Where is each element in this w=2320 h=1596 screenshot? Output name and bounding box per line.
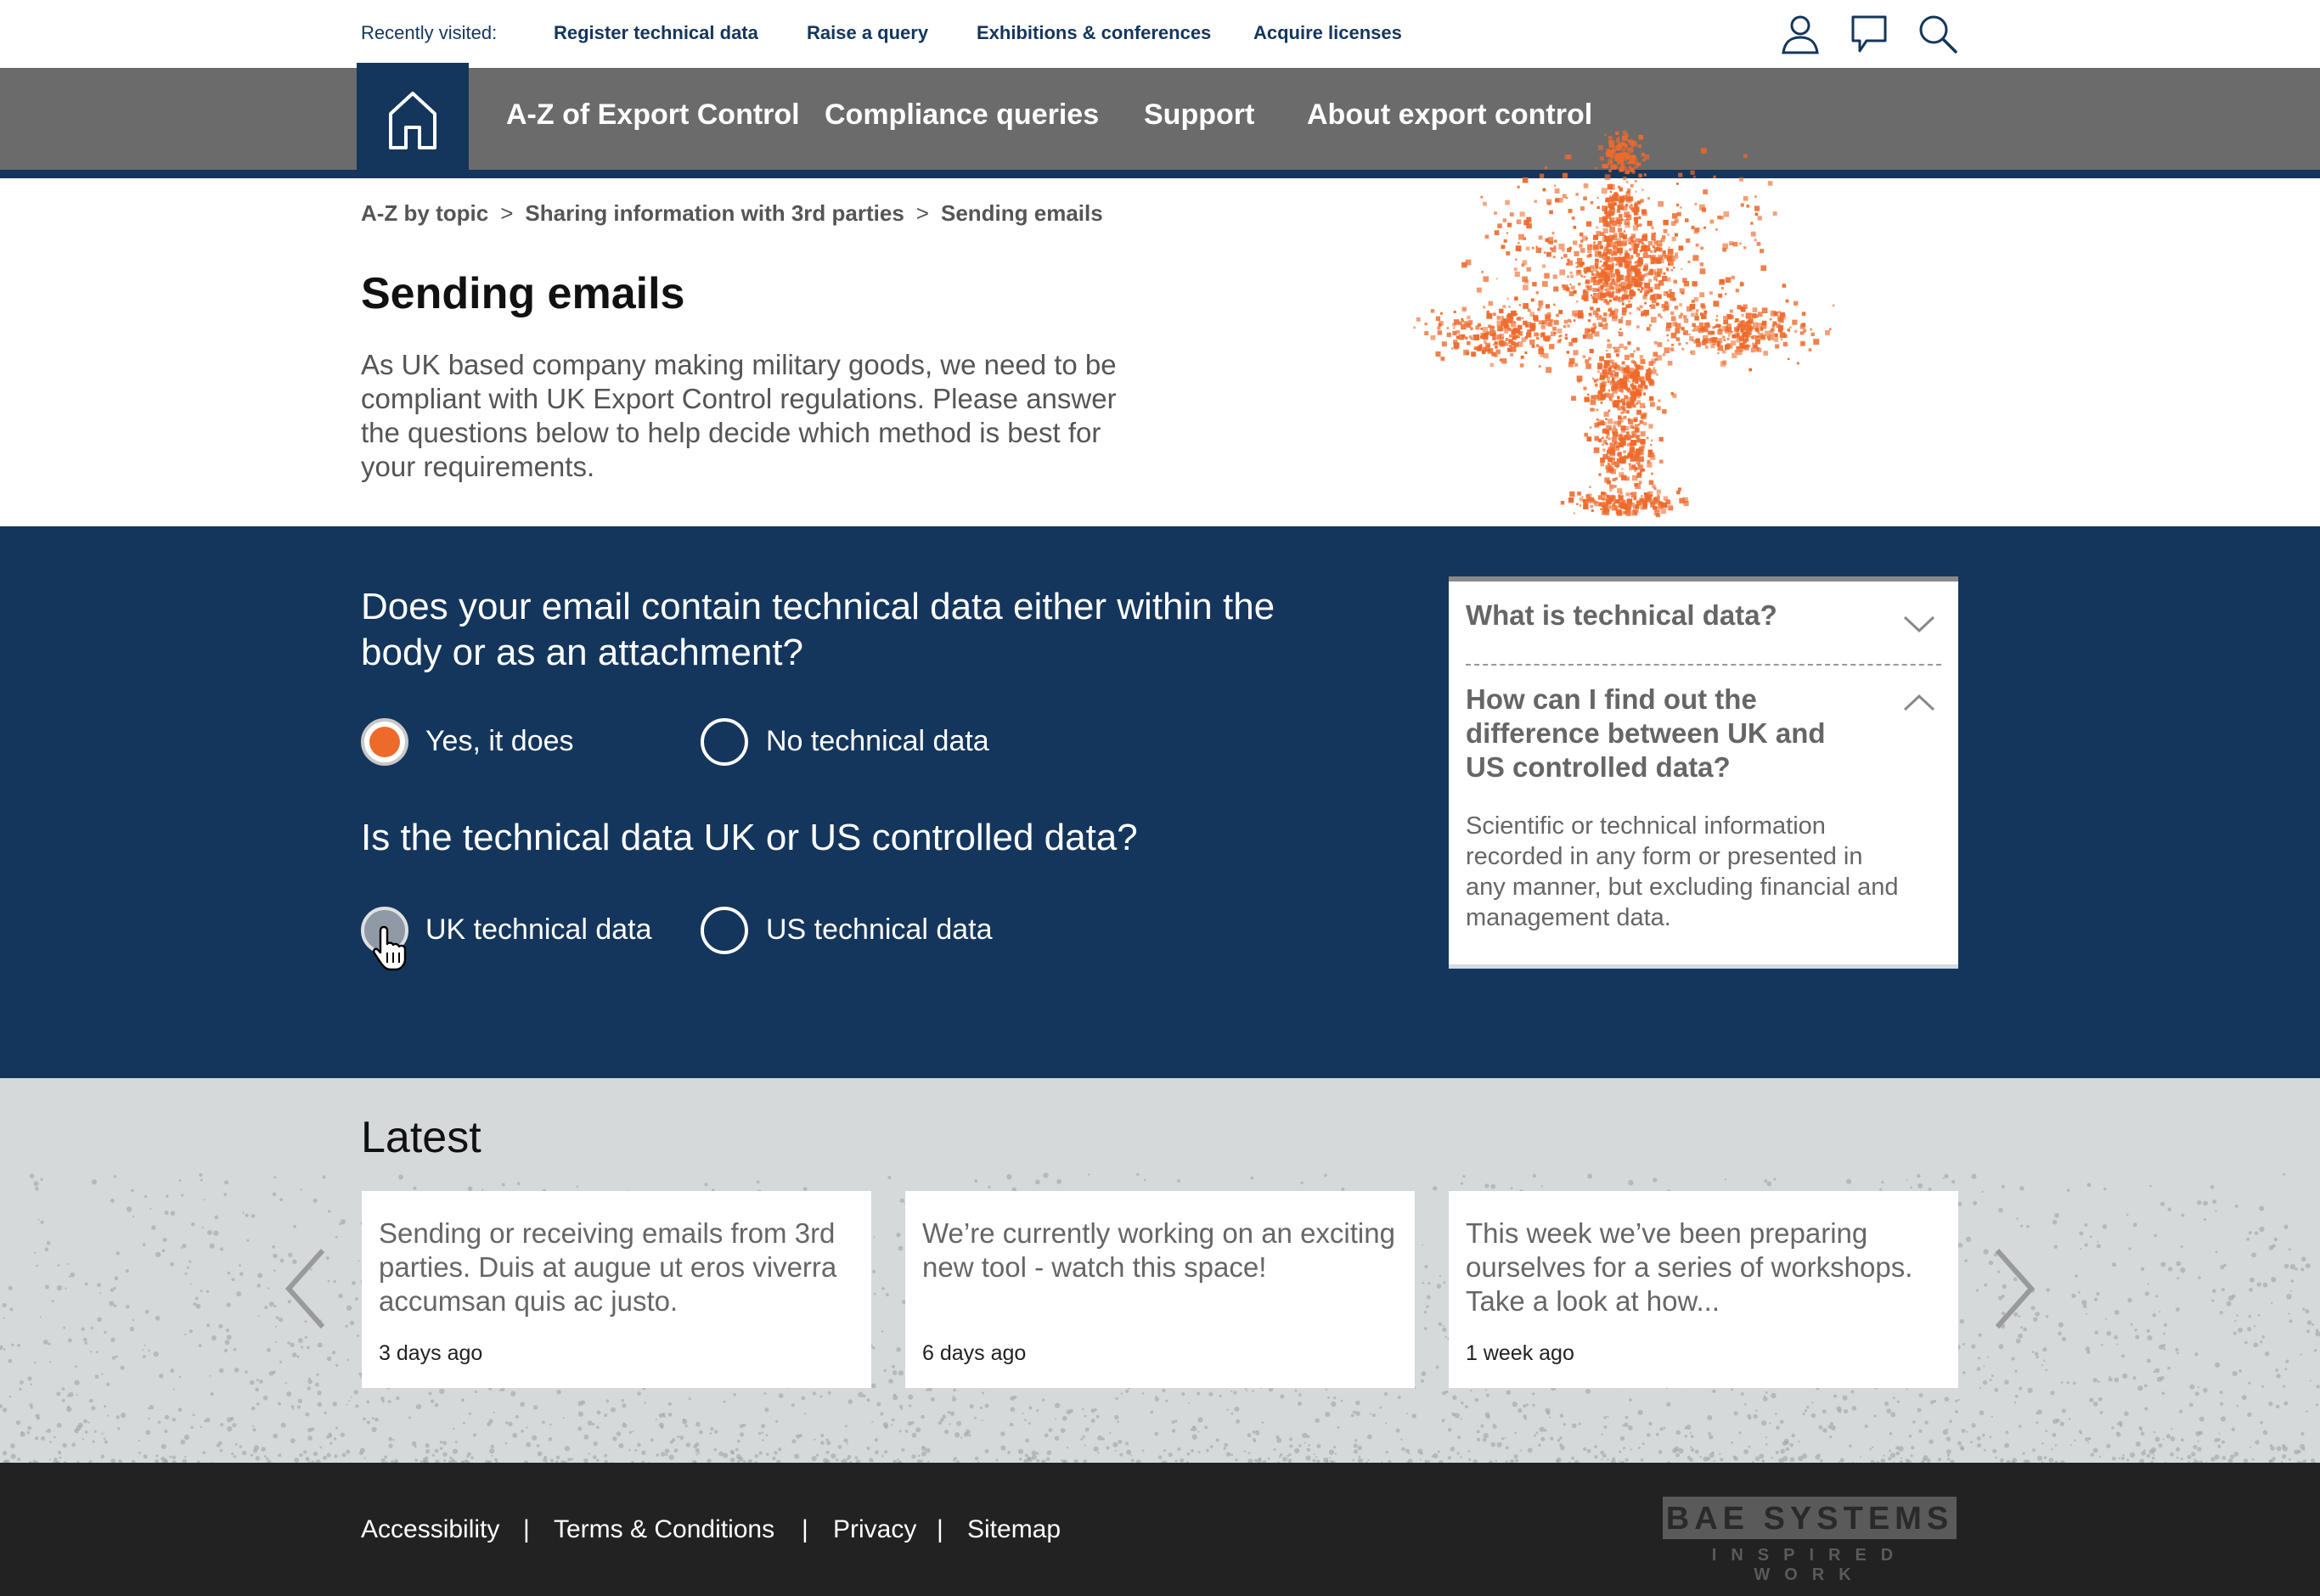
radio-us-technical-data[interactable] xyxy=(701,907,748,954)
latest-card-text: This week we’ve been preparing ourselves… xyxy=(1466,1217,1913,1317)
latest-card-text: Sending or receiving emails from 3rd par… xyxy=(379,1217,837,1317)
breadcrumb-current-page: Sending emails xyxy=(940,200,1103,226)
recent-link-acquire-licenses[interactable]: Acquire licenses xyxy=(1253,22,1402,44)
recently-visited-label: Recently visited: xyxy=(361,22,498,43)
radio-label-no-technical-data[interactable]: No technical data xyxy=(766,725,989,758)
footer-separator: | xyxy=(937,1515,943,1543)
footer-link-accessibility[interactable]: Accessibility xyxy=(361,1515,499,1544)
chat-icon[interactable] xyxy=(1850,14,1890,54)
chevron-down-icon[interactable] xyxy=(1902,614,1936,634)
search-icon[interactable] xyxy=(1917,14,1958,54)
footer-separator: | xyxy=(523,1515,530,1543)
latest-card-date: 3 days ago xyxy=(379,1341,483,1365)
home-button[interactable] xyxy=(357,63,469,178)
radio-no-technical-data[interactable] xyxy=(701,718,748,766)
footer-link-privacy[interactable]: Privacy xyxy=(833,1515,916,1544)
latest-card-date: 1 week ago xyxy=(1466,1341,1574,1365)
latest-card-2[interactable]: We’re currently working on an exciting n… xyxy=(905,1191,1415,1388)
intro-text: As UK based company making military good… xyxy=(361,349,1117,482)
footer-separator: | xyxy=(802,1515,808,1543)
info-accordion: What is technical data? How can I find o… xyxy=(1449,576,1958,969)
user-icon[interactable] xyxy=(1780,14,1821,54)
chevron-up-icon[interactable] xyxy=(1902,693,1936,713)
radio-label-yes-it-does[interactable]: Yes, it does xyxy=(425,725,574,758)
latest-section: Latest Sending or receiving emails from … xyxy=(0,1078,2320,1463)
accordion-header-what-is-technical-data[interactable]: What is technical data? xyxy=(1466,598,1890,632)
hand-pointer-cursor-icon xyxy=(373,925,407,971)
nav-item-support[interactable]: Support xyxy=(1144,98,1254,132)
logo-wordmark: BAE SYSTEMS xyxy=(1663,1497,1957,1539)
nav-item-a-z-export-control[interactable]: A-Z of Export Control xyxy=(506,98,800,132)
logo-tagline: INSPIRED WORK xyxy=(1711,1546,1908,1584)
accordion-header-uk-vs-us[interactable]: How can I find out the difference betwee… xyxy=(1466,683,1848,784)
radio-selected-dot xyxy=(369,727,400,757)
question-1-text: Does your email contain technical data e… xyxy=(361,586,1275,673)
question-panel: Does your email contain technical data e… xyxy=(0,526,2320,1078)
radio-label-uk-technical-data[interactable]: UK technical data xyxy=(425,913,652,947)
nav-item-compliance-queries[interactable]: Compliance queries xyxy=(825,98,1099,132)
utility-bar: Recently visited: Register technical dat… xyxy=(0,0,2320,68)
breadcrumb-a-z-by-topic[interactable]: A-Z by topic xyxy=(361,200,488,226)
latest-card-date: 6 days ago xyxy=(922,1341,1027,1365)
footer-link-terms-conditions[interactable]: Terms & Conditions xyxy=(554,1515,774,1544)
particle-figure-illustration xyxy=(1413,130,1835,518)
nav-item-about-export-control[interactable]: About export control xyxy=(1307,98,1592,132)
accordion-divider xyxy=(1466,664,1941,666)
breadcrumb: A-Z by topic > Sharing information with 3r… xyxy=(361,200,1103,227)
recent-link-exhibitions[interactable]: Exhibitions & conferences xyxy=(977,22,1211,44)
carousel-prev-arrow-icon[interactable] xyxy=(280,1246,331,1331)
latest-card-3[interactable]: This week we’ve been preparing ourselves… xyxy=(1449,1191,1958,1388)
page-title: Sending emails xyxy=(361,269,685,318)
recent-link-raise-a-query[interactable]: Raise a query xyxy=(807,22,928,44)
breadcrumb-separator: > xyxy=(915,200,929,226)
nav-underline xyxy=(0,170,2320,178)
breadcrumb-separator: > xyxy=(500,200,514,226)
footer-link-sitemap[interactable]: Sitemap xyxy=(967,1515,1061,1544)
footer: Accessibility | Terms & Conditions | Pri… xyxy=(0,1463,2320,1596)
breadcrumb-sharing-information[interactable]: Sharing information with 3rd parties xyxy=(525,200,904,226)
recent-link-register-technical-data[interactable]: Register technical data xyxy=(554,22,758,44)
latest-card-text: We’re currently working on an exciting n… xyxy=(922,1217,1395,1283)
bae-systems-logo[interactable]: BAE SYSTEMS INSPIRED WORK xyxy=(1663,1497,1957,1584)
accordion-body-text: Scientific or technical information reco… xyxy=(1466,812,1899,931)
home-icon xyxy=(389,92,436,149)
radio-yes-it-does[interactable] xyxy=(361,718,408,766)
radio-label-us-technical-data[interactable]: US technical data xyxy=(766,913,993,947)
question-2-text: Is the technical data UK or US controlle… xyxy=(361,817,1138,858)
latest-title: Latest xyxy=(361,1113,481,1162)
latest-card-1[interactable]: Sending or receiving emails from 3rd par… xyxy=(362,1191,871,1388)
carousel-next-arrow-icon[interactable] xyxy=(1989,1246,2040,1331)
